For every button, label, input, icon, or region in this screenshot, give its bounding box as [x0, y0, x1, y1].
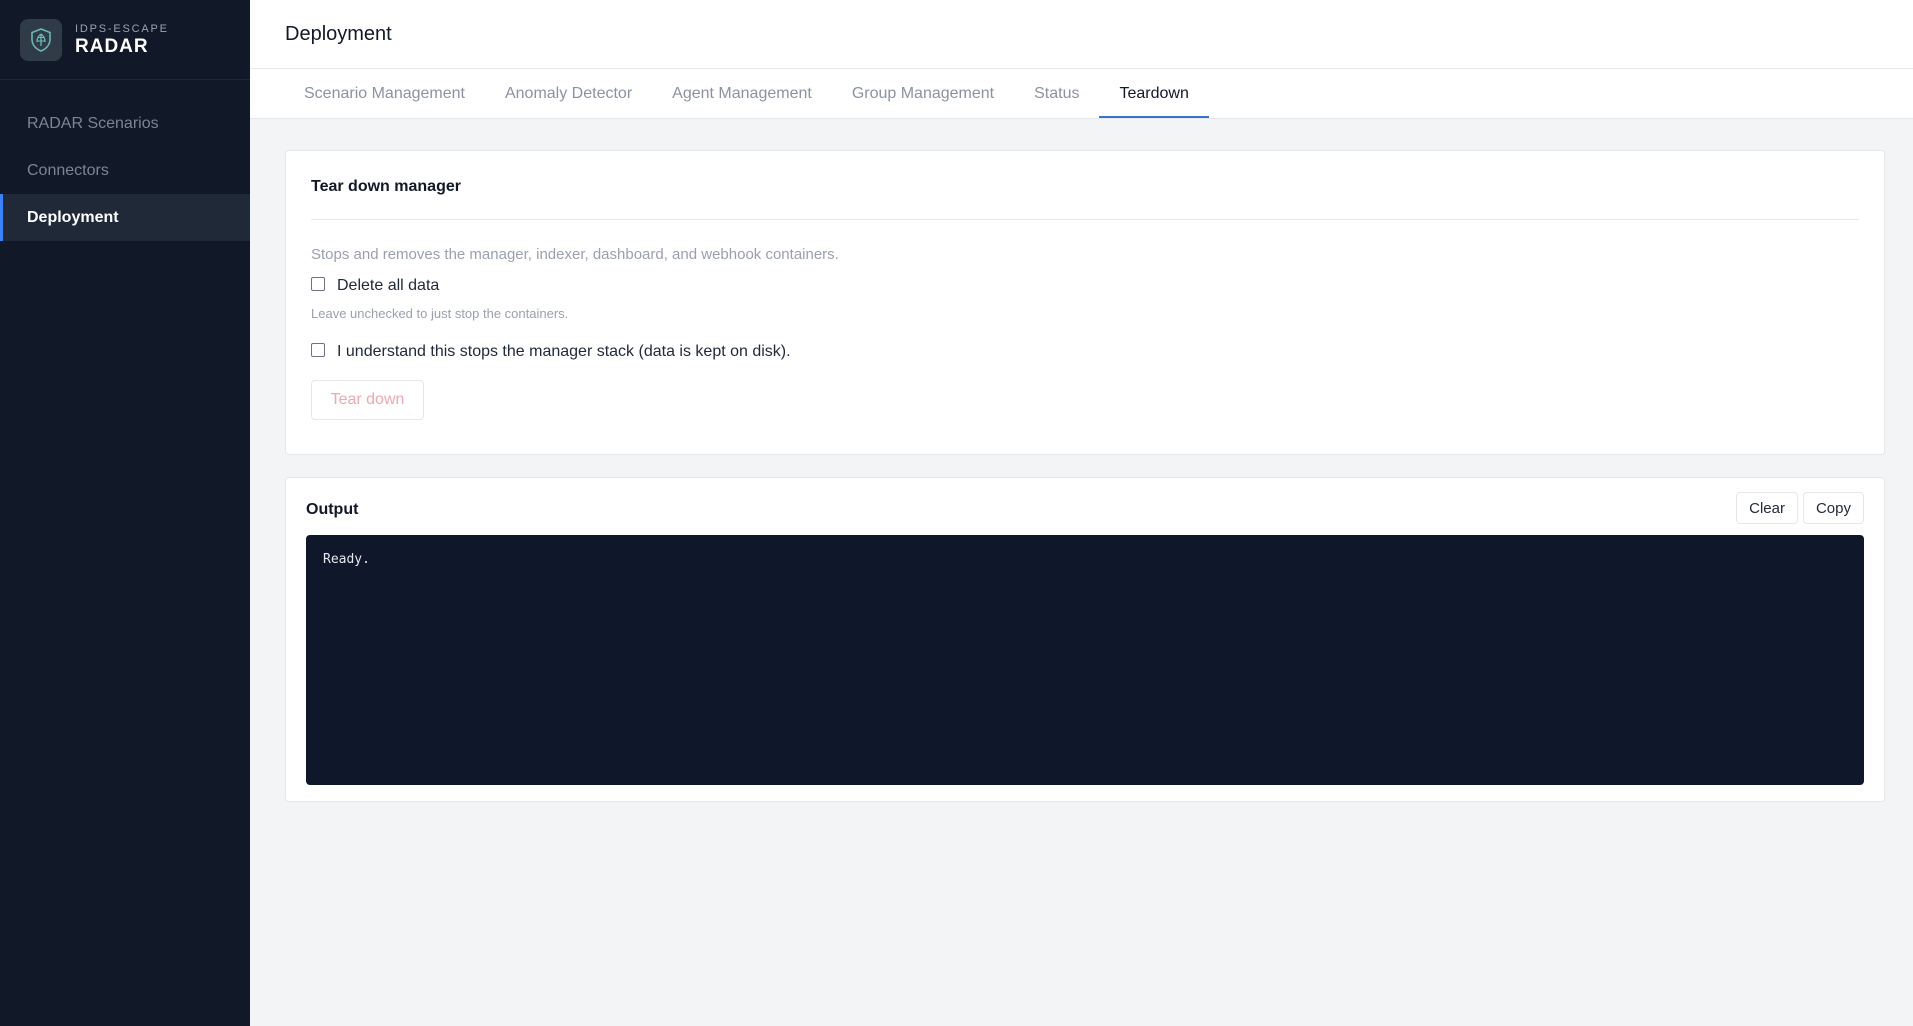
delete-data-hint: Leave unchecked to just stop the contain… [311, 306, 569, 321]
sidebar-item-deployment[interactable]: Deployment [0, 194, 250, 241]
teardown-description: Stops and removes the manager, indexer, … [311, 246, 839, 263]
brand-text: IDPS-ESCAPE RADAR [75, 22, 169, 58]
delete-data-row: Delete all data [311, 277, 1859, 295]
brand-title: RADAR [75, 35, 149, 57]
sidebar-nav: RADAR Scenarios Connectors Deployment [0, 100, 250, 241]
topbar: Deployment [250, 0, 1913, 69]
confirm-row: I understand this stops the manager stac… [311, 343, 1859, 361]
tear-down-button[interactable]: Tear down [311, 380, 424, 420]
delete-data-checkbox[interactable] [311, 277, 325, 291]
main-area: Deployment Scenario Management Anomaly D… [250, 0, 1913, 1026]
delete-data-label[interactable]: Delete all data [337, 277, 439, 295]
teardown-card: Tear down manager Stops and removes the … [285, 150, 1885, 455]
confirm-label[interactable]: I understand this stops the manager stac… [337, 343, 791, 361]
copy-button[interactable]: Copy [1802, 492, 1864, 524]
content: Tear down manager Stops and removes the … [250, 119, 1913, 802]
tab-scenario-management[interactable]: Scenario Management [284, 69, 485, 118]
tab-group-management[interactable]: Group Management [832, 69, 1014, 118]
output-title: Output [306, 501, 359, 518]
sidebar-item-radar-scenarios[interactable]: RADAR Scenarios [0, 100, 250, 147]
output-card: Output Clear Copy Ready. [285, 477, 1885, 802]
app-root: IDPS-ESCAPE RADAR RADAR Scenarios Connec… [0, 0, 1913, 1026]
teardown-title: Tear down manager [311, 151, 1859, 220]
brand: IDPS-ESCAPE RADAR [0, 0, 250, 80]
page-title: Deployment [285, 22, 392, 45]
brand-subtitle: IDPS-ESCAPE [75, 22, 169, 35]
tab-agent-management[interactable]: Agent Management [652, 69, 832, 118]
tab-anomaly-detector[interactable]: Anomaly Detector [485, 69, 652, 118]
tab-teardown[interactable]: Teardown [1099, 69, 1208, 118]
tab-bar: Scenario Management Anomaly Detector Age… [250, 69, 1913, 119]
confirm-checkbox[interactable] [311, 343, 325, 357]
sidebar-item-connectors[interactable]: Connectors [0, 147, 250, 194]
clear-button[interactable]: Clear [1736, 492, 1798, 524]
shield-icon [20, 18, 62, 61]
output-text: Ready. [323, 552, 370, 567]
sidebar: IDPS-ESCAPE RADAR RADAR Scenarios Connec… [0, 0, 250, 1026]
tab-status[interactable]: Status [1014, 69, 1099, 118]
output-console[interactable]: Ready. [306, 535, 1864, 785]
